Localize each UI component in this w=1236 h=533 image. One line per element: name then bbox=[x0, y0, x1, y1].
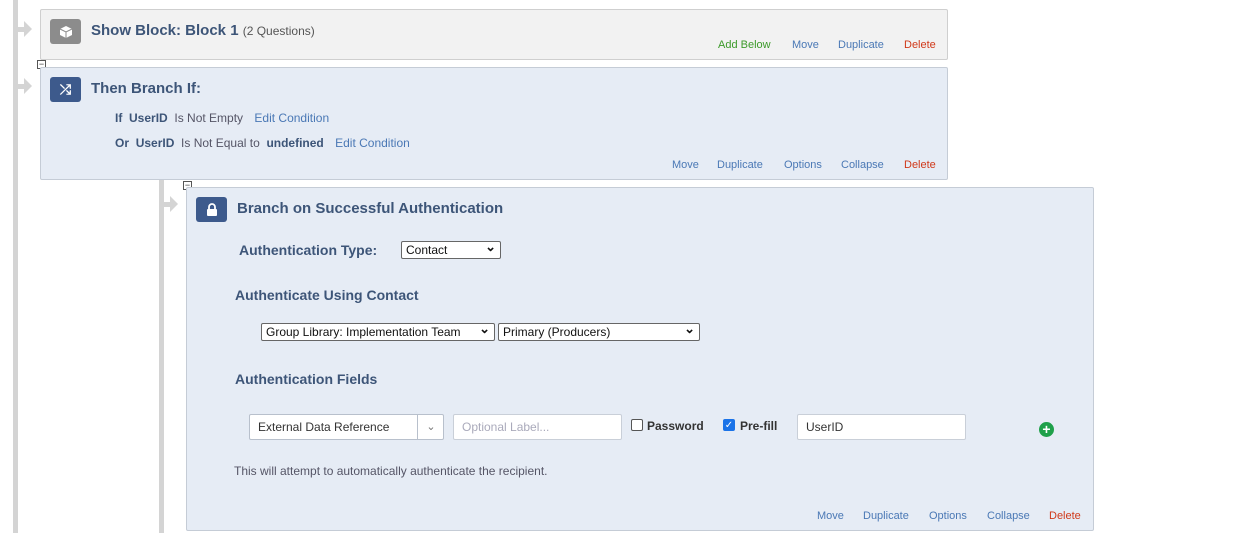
options-link[interactable]: Options bbox=[929, 510, 967, 522]
auth-block: Branch on Successful Authentication Auth… bbox=[186, 187, 1094, 531]
auth-fields-heading: Authentication Fields bbox=[235, 371, 378, 387]
duplicate-link[interactable]: Duplicate bbox=[863, 510, 909, 522]
delete-link[interactable]: Delete bbox=[904, 39, 936, 51]
move-link[interactable]: Move bbox=[817, 510, 844, 522]
options-link[interactable]: Options bbox=[784, 159, 822, 171]
shuffle-icon: ⤮ bbox=[50, 77, 81, 102]
chevron-down-icon: ⌄ bbox=[417, 415, 444, 439]
prefill-label: Pre-fill bbox=[740, 419, 778, 433]
optional-label-input[interactable]: Optional Label... bbox=[453, 414, 622, 440]
flow-arrow-head bbox=[24, 21, 32, 37]
duplicate-link[interactable]: Duplicate bbox=[838, 39, 884, 51]
show-block: Show Block: Block 1 (2 Questions) Add Be… bbox=[40, 9, 948, 60]
flow-line bbox=[13, 0, 18, 533]
condition-row: If UserID Is Not Empty Edit Condition bbox=[115, 111, 330, 125]
delete-link[interactable]: Delete bbox=[1049, 510, 1081, 522]
contact-list-select[interactable]: Primary (Producers) bbox=[498, 321, 700, 341]
library-select[interactable]: Group Library: Implementation Team bbox=[261, 321, 495, 341]
auth-note: This will attempt to automatically authe… bbox=[234, 464, 548, 478]
edit-condition-link[interactable]: Edit Condition bbox=[335, 136, 410, 150]
flow-arrow-head bbox=[24, 78, 32, 94]
edit-condition-link[interactable]: Edit Condition bbox=[254, 111, 329, 125]
prefill-checkbox[interactable]: ✓ bbox=[723, 419, 735, 431]
auth-using-heading: Authenticate Using Contact bbox=[235, 287, 419, 303]
duplicate-link[interactable]: Duplicate bbox=[717, 159, 763, 171]
password-label: Password bbox=[647, 419, 704, 433]
flow-arrow-head bbox=[170, 196, 178, 212]
auth-type-select[interactable]: Contact bbox=[401, 239, 501, 259]
branch-title: Then Branch If: bbox=[91, 80, 202, 97]
auth-type-label: Authentication Type: bbox=[239, 242, 378, 258]
flow-line bbox=[159, 180, 164, 533]
block-cube-icon bbox=[50, 19, 81, 44]
condition-row: Or UserID Is Not Equal to undefined Edit… bbox=[115, 136, 410, 150]
auth-title: Branch on Successful Authentication bbox=[237, 200, 504, 217]
add-below-link[interactable]: Add Below bbox=[718, 39, 771, 51]
collapse-link[interactable]: Collapse bbox=[841, 159, 884, 171]
move-link[interactable]: Move bbox=[672, 159, 699, 171]
lock-icon bbox=[196, 197, 227, 222]
move-link[interactable]: Move bbox=[792, 39, 819, 51]
delete-link[interactable]: Delete bbox=[904, 159, 936, 171]
password-checkbox[interactable] bbox=[631, 419, 643, 431]
block-title: Show Block: Block 1 (2 Questions) bbox=[91, 22, 315, 39]
prefill-value-input[interactable]: UserID bbox=[797, 414, 966, 440]
field-type-select[interactable]: External Data Reference ⌄ bbox=[249, 414, 444, 440]
collapse-link[interactable]: Collapse bbox=[987, 510, 1030, 522]
branch-block: ⤮ Then Branch If: If UserID Is Not Empty… bbox=[40, 67, 948, 180]
add-field-plus-icon[interactable]: + bbox=[1039, 422, 1054, 437]
